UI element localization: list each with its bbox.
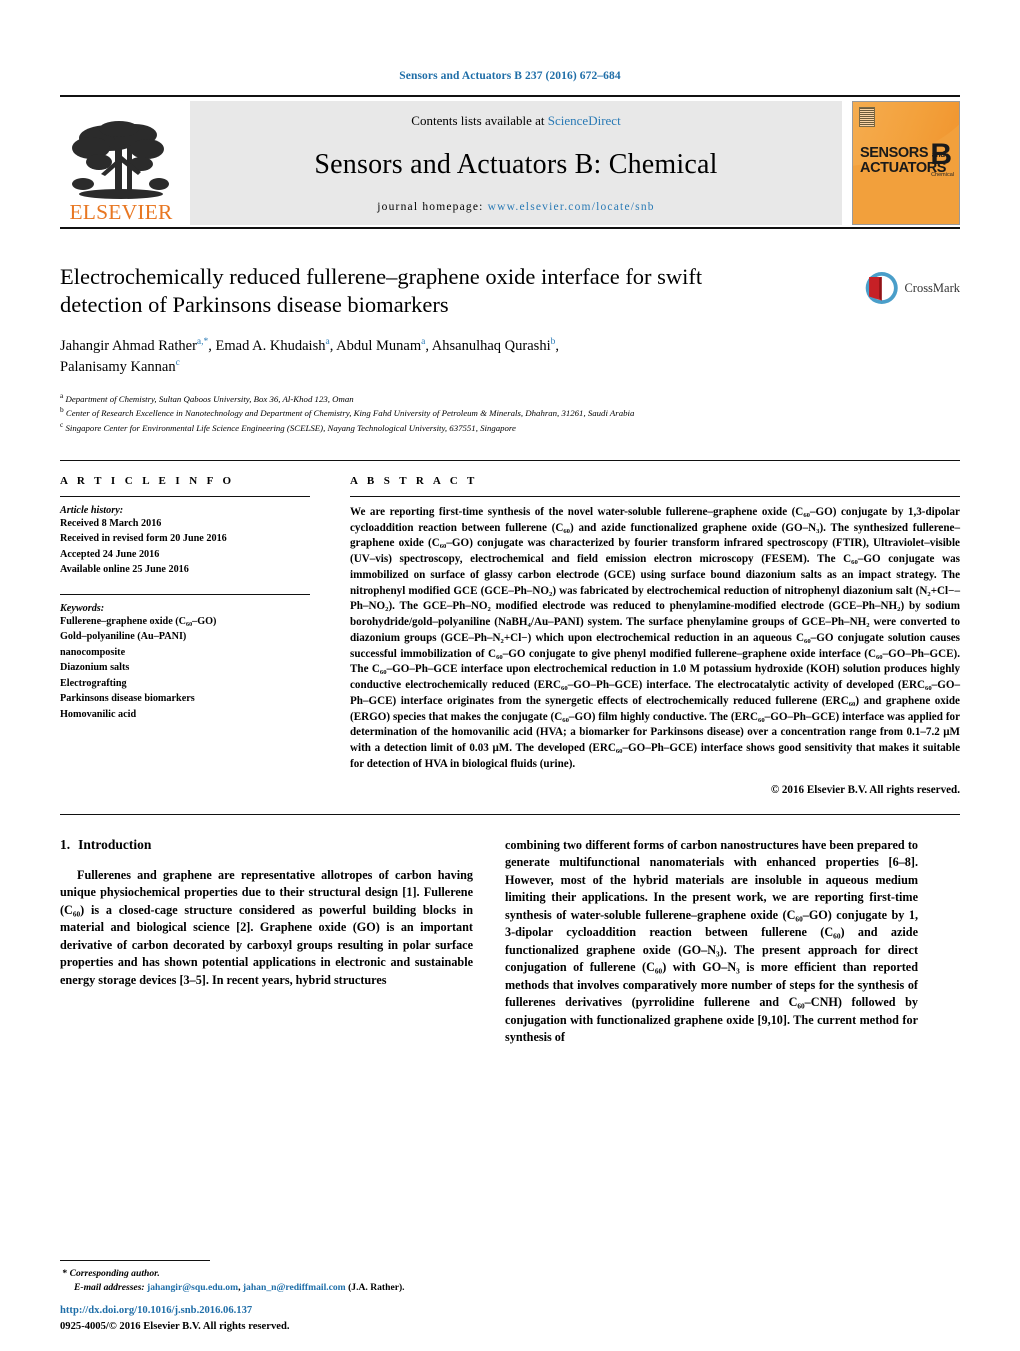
abstract-text: We are reporting first-time synthesis of… xyxy=(350,505,960,770)
journal-masthead: ELSEVIER Contents lists available at Sci… xyxy=(60,101,960,225)
footnote-block: * Corresponding author. E-mail addresses… xyxy=(60,1260,473,1295)
abstract-rule xyxy=(350,495,960,497)
affiliation-text: Singapore Center for Environmental Life … xyxy=(65,422,516,433)
affiliation-text: Center of Research Excellence in Nanotec… xyxy=(65,408,635,419)
abstract-heading: A B S T R A C T xyxy=(350,474,478,487)
issn-copyright-line: 0925-4005/© 2016 Elsevier B.V. All right… xyxy=(60,1321,290,1333)
article-history-label: Article history: xyxy=(60,504,124,516)
affiliation-mark: a xyxy=(60,390,64,400)
sciencedirect-link[interactable]: ScienceDirect xyxy=(548,113,621,128)
affiliation-mark: c xyxy=(60,419,64,429)
corresponding-marker: * xyxy=(62,1268,68,1280)
affiliation-text: Department of Chemistry, Sultan Qaboos U… xyxy=(65,393,354,404)
elsevier-logo: ELSEVIER xyxy=(60,101,182,225)
keyword-item: Fullerene–graphene oxide (C₆₀–GO) xyxy=(60,615,217,627)
keywords-rule xyxy=(60,593,310,595)
section-heading-introduction: 1. Introduction xyxy=(60,837,473,853)
author-name[interactable]: Jahangir Ahmad Rather xyxy=(60,338,197,354)
keyword-item: Diazonium salts xyxy=(60,662,130,674)
affiliation-item: b Center of Research Excellence in Nanot… xyxy=(60,405,960,419)
email-link-secondary[interactable]: jahan_n@rediffmail.com xyxy=(243,1282,346,1293)
elsevier-tree-icon xyxy=(72,120,169,199)
title-block: CrossMark Electrochemically reduced full… xyxy=(60,263,960,434)
intro-paragraph-left: Fullerenes and graphene are representati… xyxy=(60,867,473,987)
contents-available-line: Contents lists available at ScienceDirec… xyxy=(411,113,620,129)
running-head: Sensors and Actuators B 237 (2016) 672–6… xyxy=(399,70,621,82)
cover-elsevier-mark-icon xyxy=(859,107,875,127)
email-link-primary[interactable]: jahangir@squ.edu.om xyxy=(147,1282,238,1293)
journal-title: Sensors and Actuators B: Chemical xyxy=(314,149,718,180)
email-label: E-mail addresses: xyxy=(74,1282,145,1294)
doi-link[interactable]: http://dx.doi.org/10.1016/j.snb.2016.06.… xyxy=(60,1303,560,1319)
email-line: E-mail addresses: jahangir@squ.edu.om, j… xyxy=(74,1282,405,1294)
author-list: Jahangir Ahmad Rathera,*, Emad A. Khudai… xyxy=(60,336,559,375)
author-name[interactable]: Ahsanulhaq Qurashi xyxy=(432,338,551,354)
doi-block: http://dx.doi.org/10.1016/j.snb.2016.06.… xyxy=(60,1303,560,1335)
section-number: 1. xyxy=(60,836,71,852)
article-info-heading: A R T I C L E I N F O xyxy=(60,474,235,487)
author-affil-mark: c xyxy=(175,357,180,368)
info-abstract-row: A R T I C L E I N F O Article history: R… xyxy=(60,475,960,796)
body-column-left: 1. Introduction Fullerenes and graphene a… xyxy=(60,837,473,1047)
affiliation-mark: b xyxy=(60,405,64,415)
author-affil-mark: a xyxy=(325,336,330,347)
homepage-url-link[interactable]: www.elsevier.com/locate/snb xyxy=(488,201,655,213)
masthead-center-panel: Contents lists available at ScienceDirec… xyxy=(190,101,842,225)
crossmark-badge[interactable]: CrossMark xyxy=(864,265,960,311)
homepage-label: journal homepage: xyxy=(377,201,488,213)
author-affil-mark: a xyxy=(421,336,426,347)
keywords-block: Keywords: Fullerene–graphene oxide (C₆₀–… xyxy=(60,603,310,723)
article-info-rule xyxy=(60,495,310,497)
title-section-rule xyxy=(60,459,960,461)
author-affil-mark: a,* xyxy=(196,336,209,347)
body-column-right: combining two different forms of carbon … xyxy=(505,837,918,1047)
history-item: Accepted 24 June 2016 xyxy=(60,548,160,560)
keyword-item: Gold–polyaniline (Au–PANI) xyxy=(60,631,187,643)
intro-paragraph-right: combining two different forms of carbon … xyxy=(505,837,918,1045)
abstract-column: A B S T R A C T We are reporting first-t… xyxy=(332,475,960,796)
footnote-rule xyxy=(60,1260,210,1262)
article-page: Sensors and Actuators B 237 (2016) 672–6… xyxy=(0,0,1020,1351)
keyword-item: Homovanilic acid xyxy=(60,708,137,720)
journal-homepage-line: journal homepage: www.elsevier.com/locat… xyxy=(377,201,654,213)
keyword-item: Electrografting xyxy=(60,677,127,689)
history-item: Available online 25 June 2016 xyxy=(60,564,189,576)
page-title: Electrochemically reduced fullerene–grap… xyxy=(60,264,703,318)
author-name[interactable]: Emad A. Khudaish xyxy=(216,338,326,354)
section-title: Introduction xyxy=(78,836,152,852)
keyword-item: Parkinsons disease biomarkers xyxy=(60,693,195,705)
history-item: Received in revised form 20 June 2016 xyxy=(60,533,227,545)
article-info-column: A R T I C L E I N F O Article history: R… xyxy=(60,475,332,796)
affiliation-item: a Department of Chemistry, Sultan Qaboos… xyxy=(60,391,960,405)
author-name[interactable]: Palanisamy Kannan xyxy=(60,359,176,375)
affiliation-list: a Department of Chemistry, Sultan Qaboos… xyxy=(60,391,960,434)
keyword-item: nanocomposite xyxy=(60,646,126,658)
corresponding-label: Corresponding author. xyxy=(69,1268,160,1280)
author-name[interactable]: Abdul Munam xyxy=(336,338,421,354)
cover-letter-b: B xyxy=(930,138,952,171)
elsevier-wordmark: ELSEVIER xyxy=(69,199,173,224)
masthead-rule xyxy=(60,227,960,229)
affiliation-item: c Singapore Center for Environmental Lif… xyxy=(60,420,960,434)
body-columns: 1. Introduction Fullerenes and graphene a… xyxy=(60,837,960,1047)
copyright-line: © 2016 Elsevier B.V. All rights reserved… xyxy=(770,783,960,796)
crossmark-label: CrossMark xyxy=(904,280,960,295)
cover-letter-subtitle: Chemical xyxy=(931,172,954,178)
corresponding-author-line: * Corresponding author. xyxy=(60,1267,473,1281)
header-rule xyxy=(60,95,960,97)
keywords-label: Keywords: xyxy=(60,602,105,614)
abstract-bottom-rule xyxy=(60,813,960,815)
author-affil-mark: b xyxy=(550,336,556,347)
journal-cover-thumbnail: SENSORS and ACTUATORS B Chemical xyxy=(852,101,960,225)
crossmark-icon xyxy=(865,271,898,305)
history-item: Received 8 March 2016 xyxy=(60,517,162,529)
email-suffix: (J.A. Rather). xyxy=(348,1282,405,1294)
contents-prefix: Contents lists available at xyxy=(411,113,548,128)
